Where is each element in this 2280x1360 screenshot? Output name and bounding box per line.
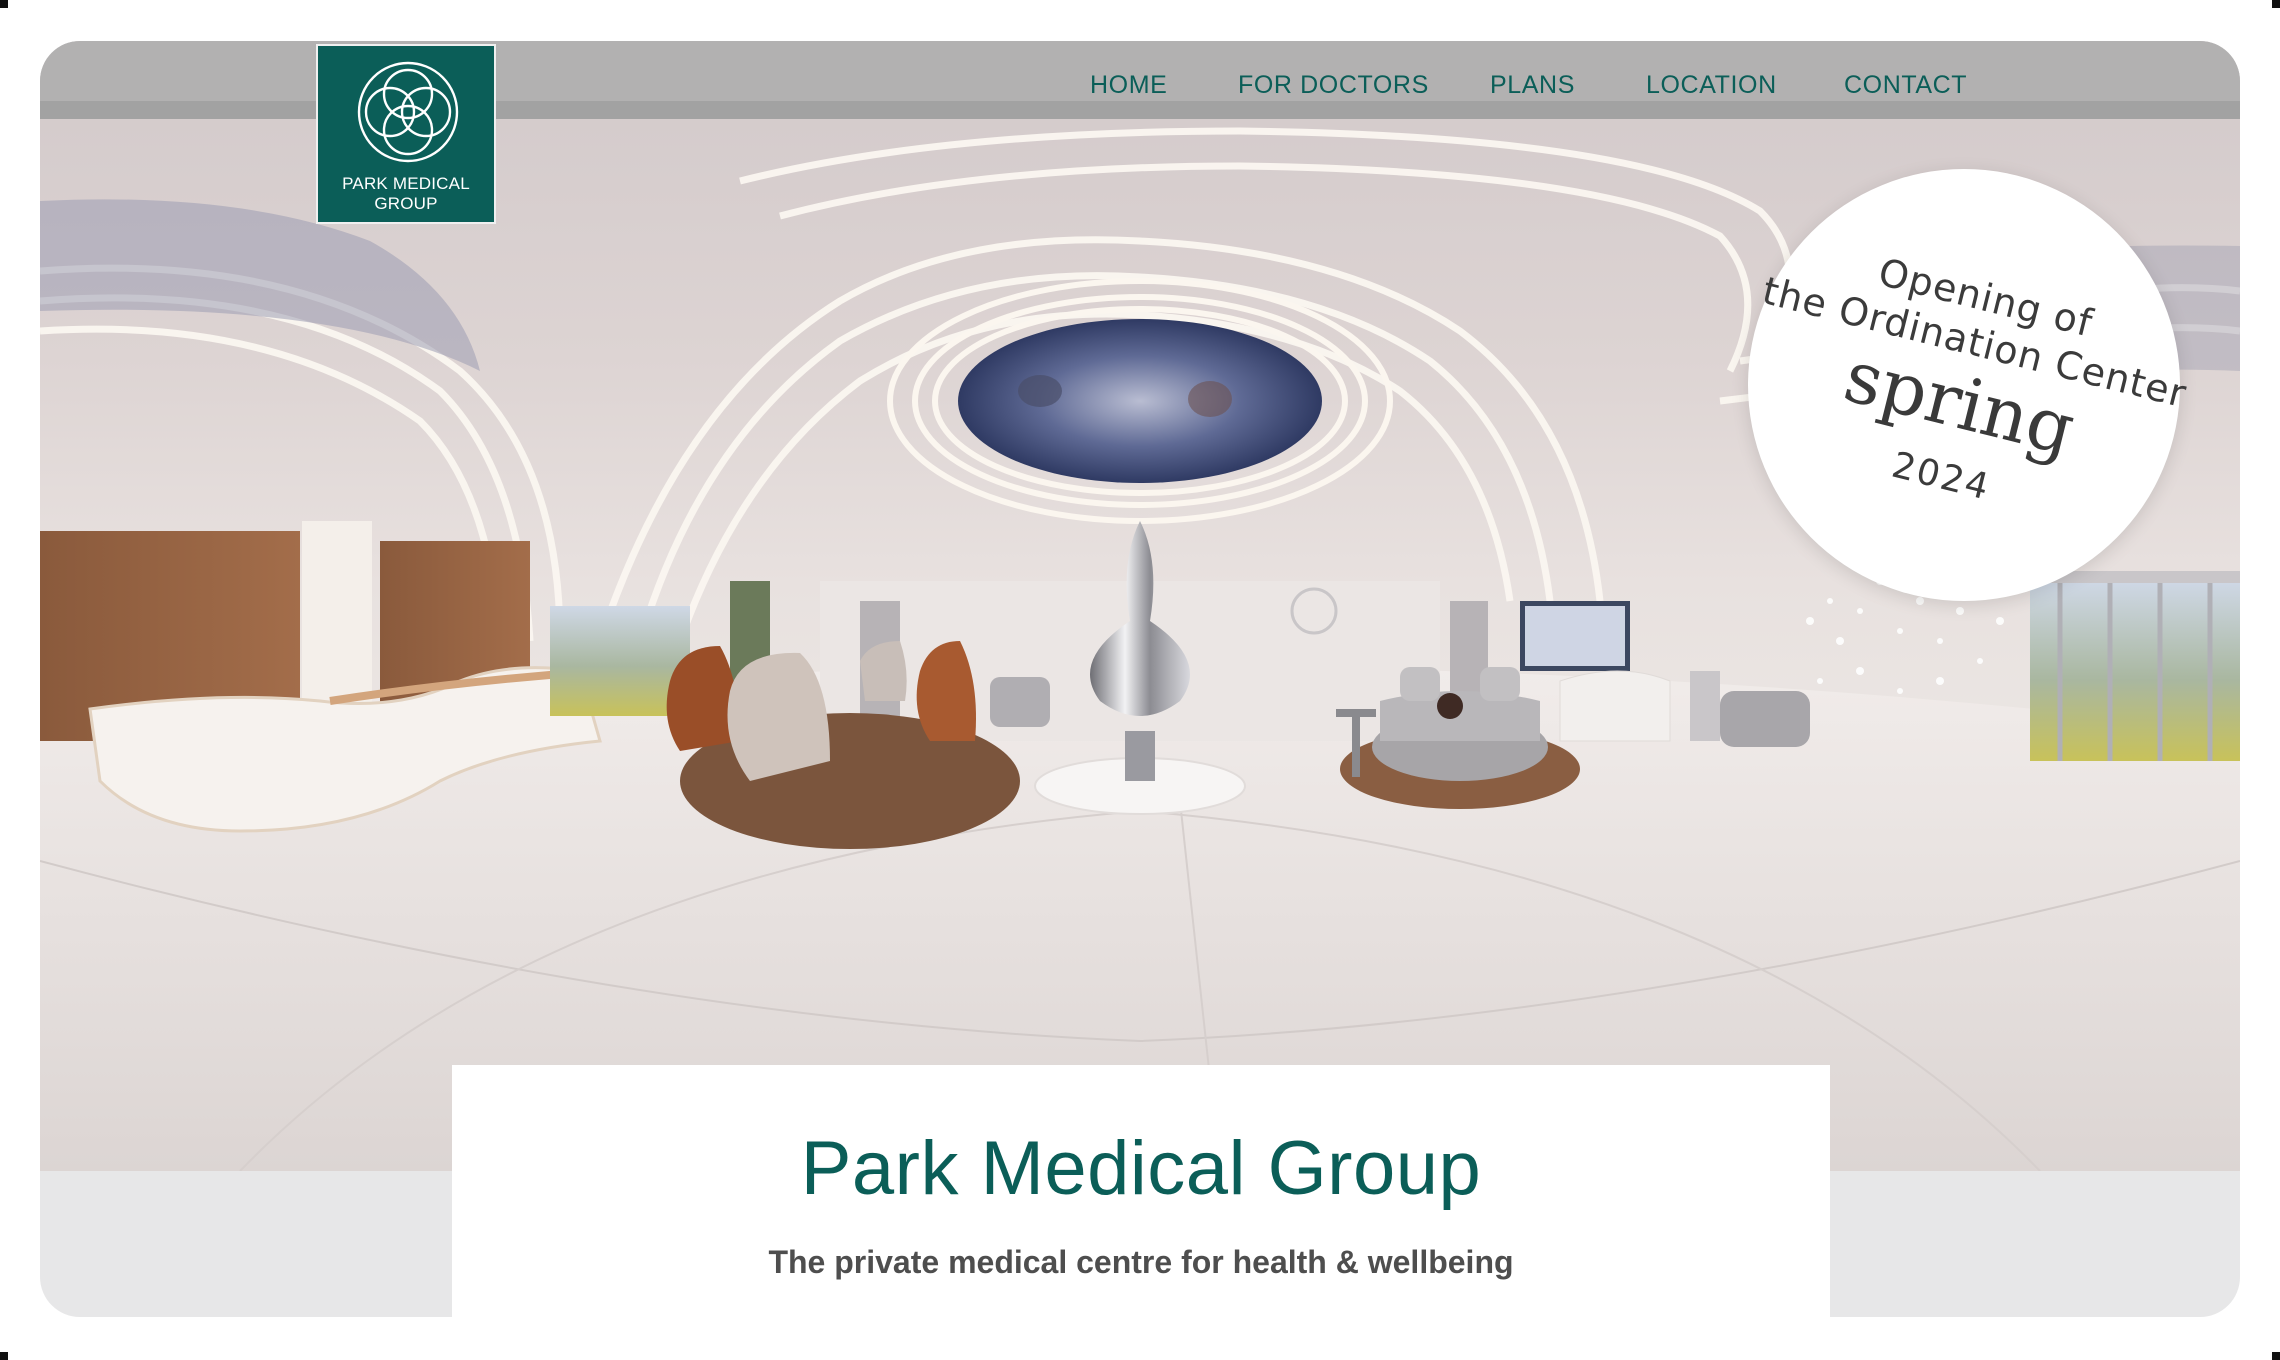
frame-corner — [2272, 1352, 2280, 1360]
page-title: Park Medical Group — [800, 1126, 1482, 1211]
opening-badge: Opening of the Ordination Center spring … — [1748, 169, 2191, 601]
frame-corner — [0, 1352, 8, 1360]
hero-title-card: Park Medical Group The private medical c… — [452, 1065, 1830, 1317]
page-subtitle: The private medical centre for health & … — [768, 1244, 1514, 1280]
nav-item-home[interactable]: HOME — [1090, 71, 1167, 100]
frame-corner — [2272, 0, 2280, 8]
nav-item-location[interactable]: LOCATION — [1646, 71, 1777, 100]
brand-logo[interactable]: PARK MEDICAL GROUP — [316, 44, 496, 224]
nav-item-contact[interactable]: CONTACT — [1844, 71, 1967, 100]
nav-item-for-doctors[interactable]: FOR DOCTORS — [1238, 71, 1429, 100]
nav-item-plans[interactable]: PLANS — [1490, 71, 1575, 100]
browser-viewport: HOME FOR DOCTORS PLANS LOCATION CONTACT … — [40, 41, 2240, 1317]
flower-logo-icon — [357, 61, 459, 163]
logo-line-2: GROUP — [374, 194, 438, 213]
logo-wordmark: PARK MEDICAL GROUP — [318, 174, 494, 214]
frame-corner — [0, 0, 8, 8]
logo-line-1: PARK MEDICAL — [342, 174, 470, 193]
